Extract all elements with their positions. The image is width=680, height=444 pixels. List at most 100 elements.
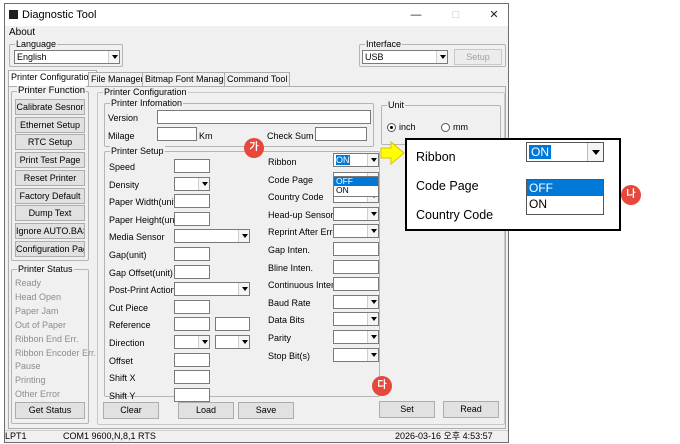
clear-button[interactable]: Clear	[103, 402, 159, 419]
menu-about[interactable]: About	[9, 27, 35, 38]
offset-field[interactable]	[174, 352, 210, 367]
set-button[interactable]: Set	[379, 401, 435, 418]
chevron-down-icon	[587, 143, 603, 161]
unit-mm-radio[interactable]	[441, 123, 450, 132]
gap-offset-unit-field[interactable]	[174, 264, 210, 279]
print-test-page-button[interactable]: Print Test Page	[15, 152, 85, 169]
language-select[interactable]: English	[14, 50, 120, 64]
milage-label: Milage	[108, 131, 135, 141]
status-bar: LPT1 COM1 9600,N,8,1 RTS 2026-03-16 오후 4…	[5, 430, 508, 442]
tab-command-tool[interactable]: Command Tool	[224, 72, 291, 86]
setup-button[interactable]: Setup	[454, 49, 502, 65]
direction-select[interactable]	[174, 335, 210, 349]
field-label-data-bits: Data Bits	[268, 315, 305, 326]
interface-select[interactable]: USB	[362, 50, 448, 64]
close-button[interactable]: ✕	[479, 6, 509, 24]
speed-field[interactable]	[174, 159, 210, 173]
chevron-down-icon	[238, 336, 249, 348]
callout-ribbon-select[interactable]: ON	[526, 142, 604, 162]
continuous-inten-field[interactable]	[333, 277, 379, 292]
status-port: LPT1	[5, 431, 27, 441]
ribbon-select[interactable]: ON	[333, 153, 379, 167]
chevron-down-icon	[108, 51, 119, 63]
tab-printer-configuration[interactable]: Printer Configuration	[8, 70, 97, 86]
baud-rate-select[interactable]	[333, 294, 379, 309]
language-label: Language	[15, 39, 58, 49]
dump-text-button[interactable]: Dump Text	[15, 205, 85, 222]
version-field[interactable]	[157, 110, 371, 124]
field-label-paper-width-unit: Paper Width(unit)	[109, 197, 180, 208]
field-label-reprint-after-error: Reprint After Error	[268, 227, 341, 238]
field-label-continuous-inten: Continuous Inten.	[268, 280, 339, 291]
paper-height-unit-field[interactable]	[174, 211, 210, 226]
factory-default-button[interactable]: Factory Default	[15, 187, 85, 204]
badge-na: 나	[621, 185, 641, 205]
head-up-sensor-select[interactable]	[333, 206, 379, 221]
field-label-offset: Offset	[109, 355, 133, 366]
gap-inten-field[interactable]	[333, 242, 379, 256]
window-title: Diagnostic Tool	[22, 9, 97, 21]
field-label-baud-rate: Baud Rate	[268, 297, 311, 308]
check-sum-label: Check Sum	[267, 131, 314, 141]
milage-field[interactable]	[157, 127, 197, 141]
reference-field[interactable]	[174, 317, 210, 332]
shift-x-field[interactable]	[174, 370, 210, 385]
field-label-bline-inten: Bline Inten.	[268, 262, 314, 273]
post-print-action-select[interactable]	[174, 282, 250, 297]
shift-y-field[interactable]	[174, 387, 210, 402]
chevron-down-icon	[367, 225, 378, 238]
read-button[interactable]: Read	[443, 401, 499, 418]
load-button[interactable]: Load	[178, 402, 234, 419]
ribbon-value: ON	[336, 155, 350, 165]
configuration-page-button[interactable]: Configuration Page	[15, 240, 85, 257]
callout-option-off[interactable]: OFF	[527, 180, 603, 196]
check-sum-field[interactable]	[315, 127, 367, 141]
chevron-down-icon	[238, 230, 249, 243]
unit-label: Unit	[387, 100, 406, 110]
paper-width-unit-field[interactable]	[174, 194, 210, 209]
printer-information-label: Printer Infomation	[110, 98, 184, 108]
status-item-paper-jam: Paper Jam	[15, 305, 59, 316]
ignore-auto-bas-button[interactable]: Ignore AUTO.BAS	[15, 222, 85, 239]
data-bits-select[interactable]	[333, 312, 379, 327]
get-status-button[interactable]: Get Status	[15, 402, 85, 419]
cut-piece-field[interactable]	[174, 299, 210, 314]
gap-unit-field[interactable]	[174, 247, 210, 261]
rtc-setup-button[interactable]: RTC Setup	[15, 134, 85, 151]
field-label-gap-inten: Gap Inten.	[268, 245, 311, 255]
density-select[interactable]	[174, 176, 210, 191]
unit-inch-radio[interactable]	[387, 123, 396, 132]
reprint-after-error-select[interactable]	[333, 224, 379, 239]
maximize-button[interactable]: □	[441, 6, 471, 24]
calibrate-sesnor-button[interactable]: Calibrate Sesnor	[15, 99, 85, 115]
interface-label: Interface	[365, 39, 403, 49]
field-label-country-code: Country Code	[268, 192, 324, 203]
field-label-reference: Reference	[109, 320, 151, 331]
save-button[interactable]: Save	[238, 402, 294, 419]
direction-select-2[interactable]	[215, 335, 250, 349]
chevron-down-icon	[367, 313, 378, 326]
ethernet-setup-button[interactable]: Ethernet Setup	[15, 116, 85, 133]
callout-dropdown-list: OFF ON	[526, 179, 604, 215]
field-label-head-up-sensor: Head-up Sensor	[268, 209, 334, 220]
printer-configuration-label: Printer Configuration	[103, 87, 188, 97]
callout-option-on[interactable]: ON	[527, 196, 603, 212]
status-item-pause: Pause	[15, 361, 41, 372]
status-item-ready: Ready	[15, 278, 42, 288]
media-sensor-select[interactable]	[174, 229, 250, 244]
field-label-ribbon: Ribbon	[268, 157, 297, 167]
reset-printer-button[interactable]: Reset Printer	[15, 169, 85, 186]
badge-ga: 가	[244, 138, 264, 158]
reference-field-2[interactable]	[215, 317, 250, 332]
bline-inten-field[interactable]	[333, 259, 379, 274]
ribbon-dropdown-list: OFF ON	[333, 176, 379, 197]
chevron-down-icon	[367, 348, 378, 361]
arrow-right-icon	[380, 140, 405, 166]
tab-file-manager[interactable]: File Manager	[88, 72, 147, 86]
ribbon-option-on[interactable]: ON	[334, 186, 378, 195]
parity-select[interactable]	[333, 330, 379, 344]
chevron-down-icon	[367, 207, 378, 220]
minimize-button[interactable]: —	[401, 6, 431, 24]
stop-bit-s-select[interactable]	[333, 347, 379, 362]
tab-bitmap-font-manager[interactable]: Bitmap Font Manager	[142, 72, 235, 86]
